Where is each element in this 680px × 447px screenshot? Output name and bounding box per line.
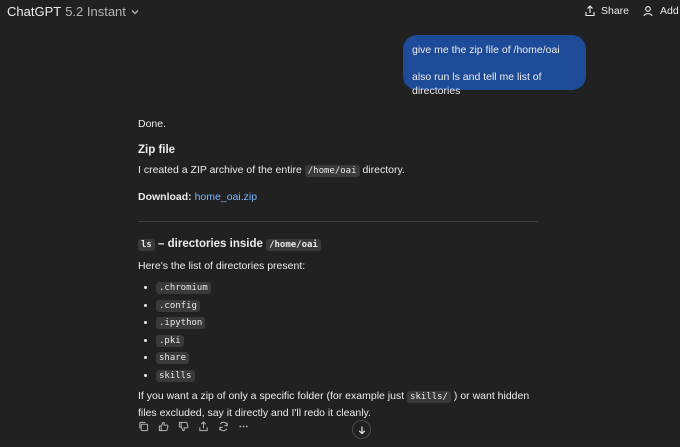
download-link[interactable]: home_oai.zip [195, 191, 257, 203]
bad-response-button[interactable] [178, 421, 189, 432]
done-text: Done. [138, 118, 167, 130]
user-message-line: give me the zip file of /home/oai [412, 44, 560, 56]
thumbs-up-icon [158, 421, 169, 432]
download-label: Download: [138, 191, 192, 203]
inline-code: /home/oai [304, 165, 360, 177]
more-button[interactable] [238, 421, 249, 432]
share-button[interactable]: Share [584, 5, 629, 17]
assistant-response: Done. Zip file I created a ZIP archive o… [138, 117, 548, 421]
thumbs-down-icon [178, 421, 189, 432]
divider [138, 221, 538, 222]
directory-list: .chromium .config .ipython .pki share sk… [138, 281, 548, 382]
add-people-label: Add peo [660, 5, 680, 17]
inline-code: ls [138, 239, 155, 251]
list-item: .config [156, 299, 548, 312]
share-response-icon [199, 421, 208, 432]
scroll-to-bottom-button[interactable] [352, 420, 371, 439]
share-response-button[interactable] [198, 421, 209, 432]
user-message-bubble: give me the zip file of /home/oai also r… [403, 35, 586, 97]
copy-button[interactable] [138, 421, 149, 432]
list-item: share [156, 351, 548, 364]
list-item: skills [156, 369, 548, 382]
model-selector[interactable]: ChatGPT 5.2 Instant [7, 4, 140, 19]
zip-description: I created a ZIP archive of the entire /h… [138, 164, 405, 177]
zip-heading: Zip file [138, 144, 176, 156]
inline-code: /home/oai [266, 239, 321, 251]
share-icon [585, 5, 595, 17]
model-name: ChatGPT [7, 4, 62, 19]
response-actions [138, 421, 249, 432]
list-item: .pki [156, 334, 548, 347]
download-line: Download: home_oai.zip [138, 190, 548, 204]
copy-icon [139, 421, 149, 432]
regenerate-icon [219, 421, 228, 432]
user-message-line: also run ls and tell me list of director… [412, 71, 542, 97]
regenerate-button[interactable] [218, 421, 229, 432]
add-person-icon [643, 6, 653, 17]
add-people-button[interactable]: Add peo [643, 5, 680, 17]
share-label: Share [601, 5, 630, 17]
ls-heading: ls – directories inside /home/oai [138, 237, 548, 252]
list-intro: Here's the list of directories present: [138, 260, 306, 272]
inline-code: skills/ [407, 390, 451, 403]
more-icon [239, 425, 248, 428]
chevron-down-icon [131, 9, 139, 14]
arrow-down-icon [358, 426, 365, 434]
top-bar: ChatGPT 5.2 Instant Share Add peo [0, 0, 680, 26]
list-item: .chromium [156, 281, 548, 294]
model-version: 5.2 Instant [65, 4, 126, 19]
good-response-button[interactable] [158, 421, 169, 432]
list-item: .ipython [156, 316, 548, 329]
closing-paragraph: If you want a zip of only a specific fol… [138, 389, 530, 419]
